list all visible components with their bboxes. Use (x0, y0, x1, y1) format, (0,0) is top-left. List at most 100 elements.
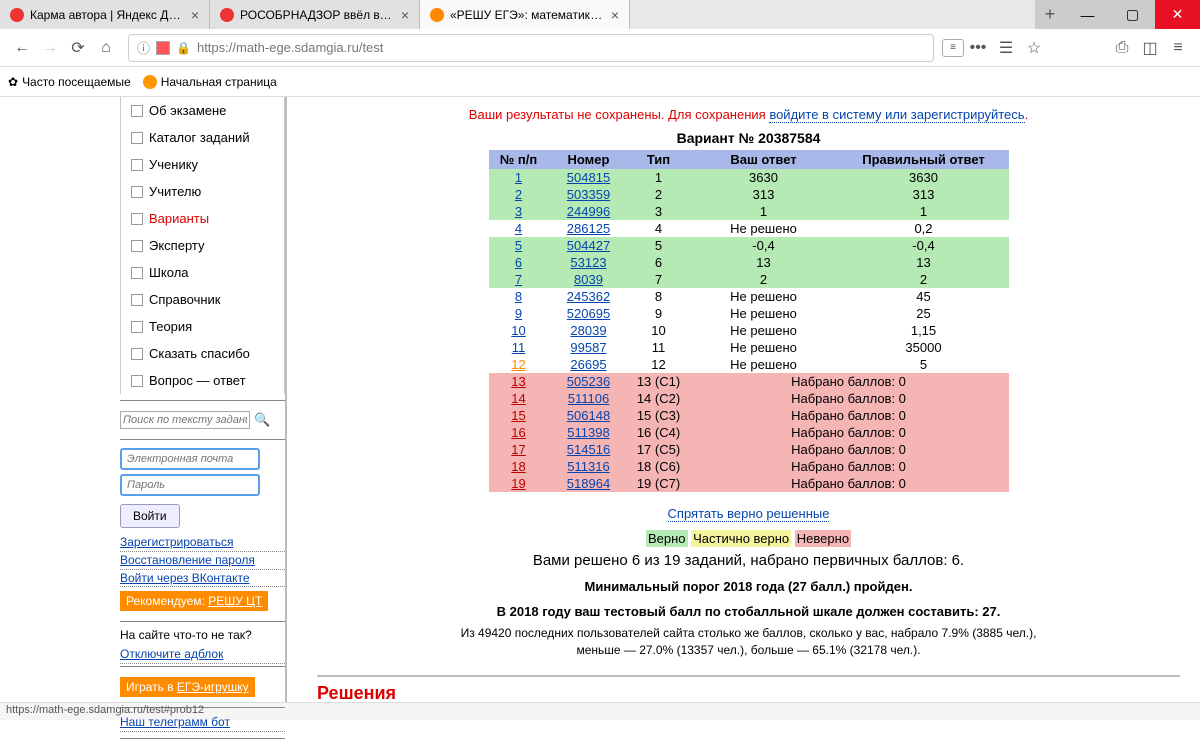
promo-reshu-ct[interactable]: Рекомендуем: РЕШУ ЦТ (120, 591, 268, 611)
library-icon[interactable]: ⎙ (1108, 34, 1136, 62)
login-register-link[interactable]: войдите в систему или зарегистрируйтесь (769, 107, 1024, 123)
sidebar-item[interactable]: Теория (121, 313, 284, 340)
minimize-button[interactable]: — (1065, 0, 1110, 29)
task-number-link[interactable]: 504427 (567, 238, 610, 253)
row-index-link[interactable]: 10 (511, 323, 525, 338)
browser-tab[interactable]: Карма автора | Яндекс Дзен× (0, 0, 210, 29)
sidebar-item[interactable]: Справочник (121, 286, 284, 313)
sidebar-item[interactable]: Каталог заданий (121, 124, 284, 151)
close-tab-icon[interactable]: × (611, 7, 619, 23)
row-index-link[interactable]: 16 (511, 425, 525, 440)
reload-button[interactable]: ⟳ (64, 34, 92, 62)
row-index-link[interactable]: 5 (515, 238, 522, 253)
task-number-link[interactable]: 28039 (570, 323, 606, 338)
telegram-link[interactable]: Наш телеграмм бот (120, 714, 285, 732)
reader-icon[interactable]: ≡ (942, 39, 964, 57)
row-index-link[interactable]: 2 (515, 187, 522, 202)
row-index-link[interactable]: 4 (515, 221, 522, 236)
task-number-link[interactable]: 520695 (567, 306, 610, 321)
row-index-link[interactable]: 19 (511, 476, 525, 491)
task-number-link[interactable]: 245362 (567, 289, 610, 304)
forward-button[interactable]: → (36, 34, 64, 62)
bookmark-start-page[interactable]: Начальная страница (143, 75, 277, 89)
more-icon[interactable]: ••• (964, 34, 992, 62)
close-tab-icon[interactable]: × (191, 7, 199, 23)
info-icon[interactable]: ⓘ (137, 38, 150, 57)
type-cell: 12 (629, 356, 689, 373)
row-index-link[interactable]: 17 (511, 442, 525, 457)
task-number-link[interactable]: 286125 (567, 221, 610, 236)
promo-link[interactable]: ЕГЭ-игрушку (177, 680, 249, 694)
email-field[interactable] (120, 448, 260, 470)
task-number-link[interactable]: 26695 (570, 357, 606, 372)
row-index-link[interactable]: 13 (511, 374, 525, 389)
row-index-link[interactable]: 7 (515, 272, 522, 287)
row-index-link[interactable]: 14 (511, 391, 525, 406)
your-answer-cell: -0,4 (689, 237, 839, 254)
task-number-link[interactable]: 503359 (567, 187, 610, 202)
task-number-link[interactable]: 511316 (567, 459, 609, 474)
search-input[interactable] (120, 411, 250, 429)
row-index-link[interactable]: 12 (511, 357, 525, 372)
sidebar-item[interactable]: Учителю (121, 178, 284, 205)
task-number-link[interactable]: 514516 (567, 442, 610, 457)
row-index-link[interactable]: 3 (515, 204, 522, 219)
task-number-link[interactable]: 505236 (567, 374, 610, 389)
hide-correct-link[interactable]: Спрятать верно решенные (668, 506, 830, 522)
task-number-link[interactable]: 99587 (570, 340, 606, 355)
browser-tab[interactable]: «РЕШУ ЕГЭ»: математика. ЕГЭ× (420, 0, 630, 29)
sidebar-icon[interactable]: ◫ (1136, 34, 1164, 62)
task-number-link[interactable]: 53123 (570, 255, 606, 270)
column-header: Ваш ответ (689, 150, 839, 169)
new-tab-button[interactable]: + (1035, 0, 1065, 29)
table-row: 78039722 (489, 271, 1009, 288)
close-tab-icon[interactable]: × (401, 7, 409, 23)
row-index-link[interactable]: 8 (515, 289, 522, 304)
your-answer-cell: Не решено (689, 356, 839, 373)
your-answer-cell: Не решено (689, 322, 839, 339)
checkbox-icon (131, 186, 143, 198)
protection-icon[interactable]: ☰ (992, 34, 1020, 62)
sidebar-item[interactable]: Школа (121, 259, 284, 286)
row-index-link[interactable]: 9 (515, 306, 522, 321)
url-bar[interactable]: ⓘ 🔒 https://math-ege.sdamgia.ru/test (128, 34, 934, 62)
task-number-link[interactable]: 506148 (567, 408, 610, 423)
row-index-link[interactable]: 18 (511, 459, 525, 474)
home-button[interactable]: ⌂ (92, 34, 120, 62)
password-field[interactable] (120, 474, 260, 496)
menu-icon[interactable]: ≡ (1164, 34, 1192, 62)
checkbox-icon (131, 105, 143, 117)
row-index-link[interactable]: 11 (512, 340, 526, 355)
task-number-link[interactable]: 8039 (574, 272, 603, 287)
promo-link[interactable]: РЕШУ ЦТ (208, 594, 262, 608)
search-icon[interactable]: 🔍 (254, 412, 270, 428)
register-link[interactable]: Зарегистрироваться (120, 534, 285, 552)
login-button[interactable]: Войти (120, 504, 180, 528)
restore-password-link[interactable]: Восстановление пароля (120, 552, 285, 570)
sidebar-item[interactable]: Сказать спасибо (121, 340, 284, 367)
row-index-link[interactable]: 1 (515, 170, 522, 185)
sidebar-item[interactable]: Ученику (121, 151, 284, 178)
sidebar-item[interactable]: Варианты (121, 205, 284, 232)
sidebar-item[interactable]: Об экзамене (121, 97, 284, 124)
row-index-link[interactable]: 15 (511, 408, 525, 423)
row-index-link[interactable]: 6 (515, 255, 522, 270)
sidebar-item[interactable]: Вопрос — ответ (121, 367, 284, 394)
task-number-link[interactable]: 518964 (567, 476, 610, 491)
table-row: 102803910Не решено1,15 (489, 322, 1009, 339)
maximize-button[interactable]: ▢ (1110, 0, 1155, 29)
adblock-link[interactable]: Отключите адблок (120, 646, 285, 664)
vk-login-link[interactable]: Войти через ВКонтакте (120, 570, 285, 588)
bookmark-most-visited[interactable]: ✿Часто посещаемые (8, 75, 131, 89)
task-number-link[interactable]: 511106 (568, 391, 609, 406)
bookmark-icon[interactable]: ☆ (1020, 34, 1048, 62)
sidebar-item[interactable]: Эксперту (121, 232, 284, 259)
close-button[interactable]: ✕ (1155, 0, 1200, 29)
task-number-link[interactable]: 244996 (567, 204, 610, 219)
sidebar-item-label: Школа (149, 265, 189, 280)
promo-game[interactable]: Играть в ЕГЭ-игрушку (120, 677, 255, 697)
back-button[interactable]: ← (8, 34, 36, 62)
browser-tab[interactable]: РОСОБРНАДЗОР ввёл всю ст…× (210, 0, 420, 29)
task-number-link[interactable]: 511398 (567, 425, 609, 440)
task-number-link[interactable]: 504815 (567, 170, 610, 185)
